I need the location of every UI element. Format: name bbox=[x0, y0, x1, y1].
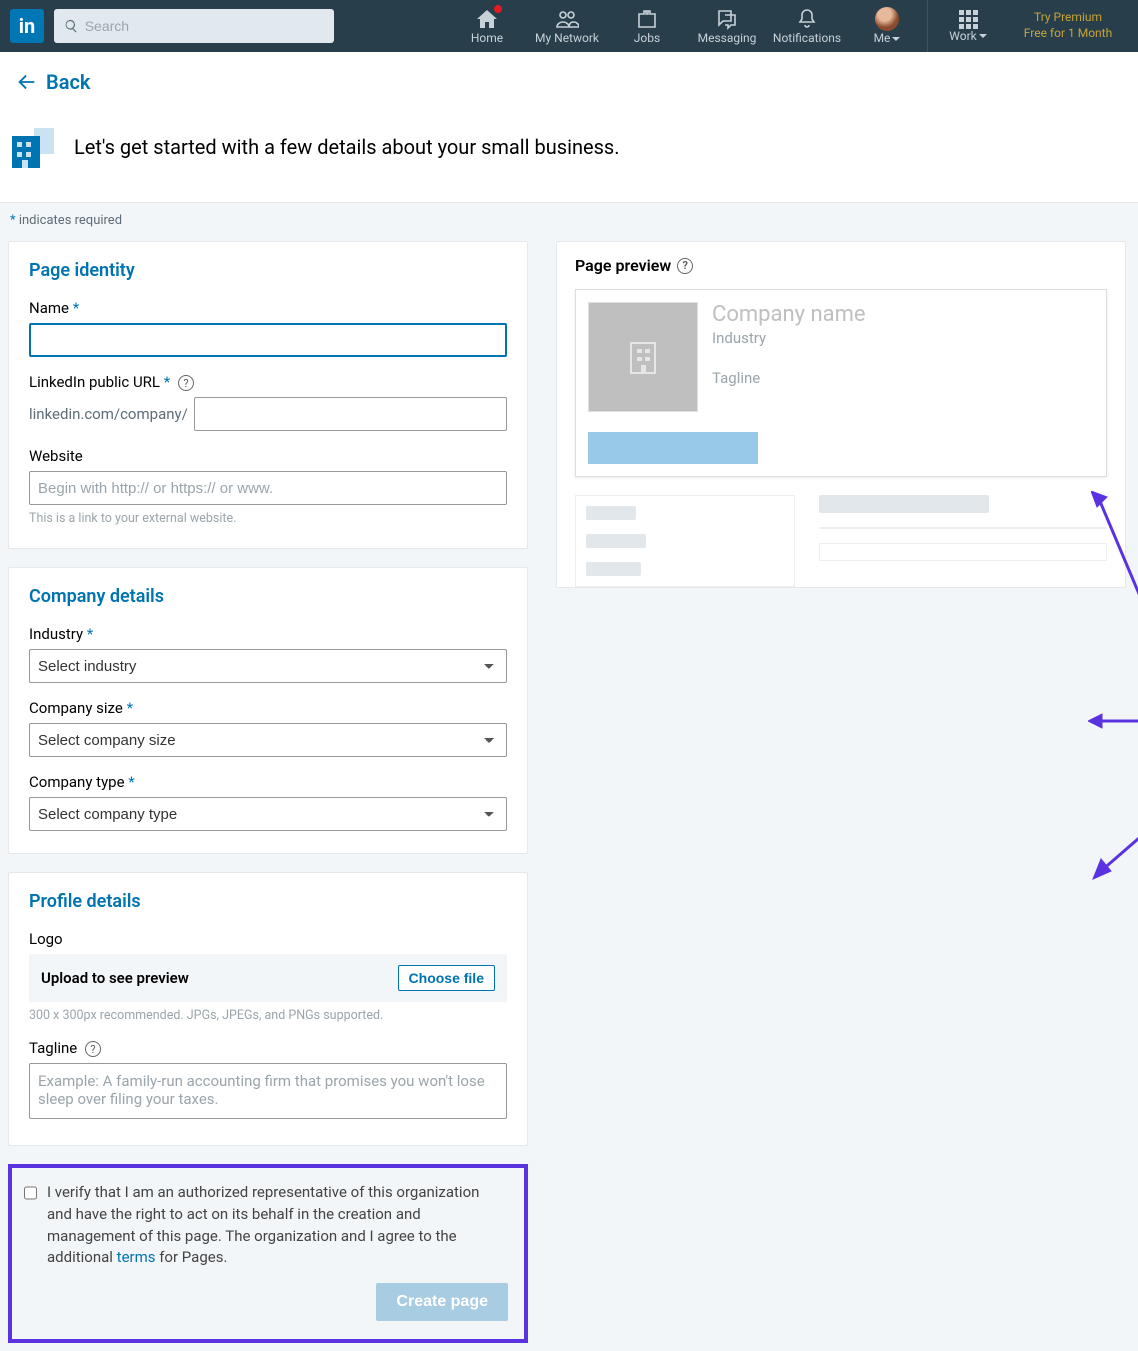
page-identity-card: Page identity Name * LinkedIn public URL… bbox=[8, 241, 528, 549]
verify-checkbox[interactable] bbox=[24, 1184, 37, 1202]
website-hint: This is a link to your external website. bbox=[29, 511, 507, 526]
annotation-arrow-icon bbox=[1091, 491, 1138, 651]
page-header: Let's get started with a few details abo… bbox=[0, 112, 1138, 203]
annotation-arrow-icon bbox=[1088, 711, 1138, 731]
section-title: Profile details bbox=[29, 891, 507, 912]
website-input[interactable] bbox=[29, 471, 507, 505]
chevron-down-icon bbox=[892, 37, 900, 41]
name-label: Name * bbox=[29, 299, 507, 317]
preview-title: Page preview bbox=[575, 256, 671, 275]
header-text: Let's get started with a few details abo… bbox=[74, 135, 620, 159]
nav-me[interactable]: Me bbox=[847, 0, 927, 52]
tagline-input[interactable] bbox=[29, 1063, 507, 1119]
website-label: Website bbox=[29, 447, 507, 465]
industry-label: Industry * bbox=[29, 625, 507, 643]
preview-tagline: Tagline bbox=[712, 369, 866, 387]
preview-company-name: Company name bbox=[712, 302, 866, 327]
top-nav: in Home My Network Jobs Messaging Notifi… bbox=[0, 0, 1138, 52]
url-prefix: linkedin.com/company/ bbox=[29, 405, 188, 423]
section-title: Company details bbox=[29, 586, 507, 607]
search-icon bbox=[64, 18, 79, 34]
upload-row: Upload to see preview Choose file bbox=[29, 954, 507, 1002]
nav-notifications[interactable]: Notifications bbox=[767, 0, 847, 52]
upload-text: Upload to see preview bbox=[41, 969, 189, 987]
premium-link[interactable]: Try Premium Free for 1 Month bbox=[1008, 0, 1128, 52]
network-icon bbox=[555, 7, 579, 31]
messaging-icon bbox=[715, 7, 739, 31]
building-icon bbox=[8, 122, 58, 172]
terms-link[interactable]: terms bbox=[117, 1248, 156, 1266]
verify-text: I verify that I am an authorized represe… bbox=[47, 1182, 508, 1269]
help-icon[interactable]: ? bbox=[178, 375, 194, 391]
help-icon[interactable]: ? bbox=[85, 1041, 101, 1057]
nav-network[interactable]: My Network bbox=[527, 0, 607, 52]
company-details-card: Company details Industry * Select indust… bbox=[8, 567, 528, 854]
notification-badge bbox=[493, 4, 503, 14]
size-label: Company size * bbox=[29, 699, 507, 717]
logo-label: Logo bbox=[29, 930, 507, 948]
tagline-label: Tagline ? bbox=[29, 1039, 507, 1057]
nav-work[interactable]: Work bbox=[928, 0, 1008, 52]
logo-placeholder bbox=[588, 302, 698, 412]
preview-skeleton bbox=[575, 495, 1107, 587]
preview-button-placeholder bbox=[588, 432, 758, 464]
briefcase-icon bbox=[635, 7, 659, 31]
name-input[interactable] bbox=[29, 323, 507, 357]
linkedin-logo[interactable]: in bbox=[10, 9, 44, 43]
logo-hint: 300 x 300px recommended. JPGs, JPEGs, an… bbox=[29, 1008, 507, 1023]
type-select[interactable]: Select company type bbox=[29, 797, 507, 831]
choose-file-button[interactable]: Choose file bbox=[398, 965, 495, 991]
chevron-down-icon bbox=[979, 34, 987, 38]
url-label: LinkedIn public URL * ? bbox=[29, 373, 507, 391]
profile-details-card: Profile details Logo Upload to see previ… bbox=[8, 872, 528, 1146]
section-title: Page identity bbox=[29, 260, 507, 281]
help-icon[interactable]: ? bbox=[677, 258, 693, 274]
preview-industry: Industry bbox=[712, 329, 866, 347]
annotation-arrow-icon bbox=[1091, 801, 1138, 881]
nav-messaging[interactable]: Messaging bbox=[687, 0, 767, 52]
back-button[interactable]: Back bbox=[16, 70, 1122, 94]
size-select[interactable]: Select company size bbox=[29, 723, 507, 757]
url-input[interactable] bbox=[194, 397, 507, 431]
create-page-button[interactable]: Create page bbox=[376, 1283, 508, 1321]
type-label: Company type * bbox=[29, 773, 507, 791]
arrow-left-icon bbox=[16, 71, 38, 93]
required-note: * indicates required bbox=[10, 213, 122, 228]
nav-jobs[interactable]: Jobs bbox=[607, 0, 687, 52]
bell-icon bbox=[795, 7, 819, 31]
page-preview-card: Page preview ? Company name Industry Tag… bbox=[556, 241, 1126, 588]
nav-home[interactable]: Home bbox=[447, 0, 527, 52]
avatar bbox=[875, 7, 899, 31]
apps-icon bbox=[959, 10, 978, 29]
industry-select[interactable]: Select industry bbox=[29, 649, 507, 683]
search-bar[interactable] bbox=[54, 9, 334, 43]
verify-card: I verify that I am an authorized represe… bbox=[8, 1164, 528, 1343]
search-input[interactable] bbox=[85, 18, 324, 34]
